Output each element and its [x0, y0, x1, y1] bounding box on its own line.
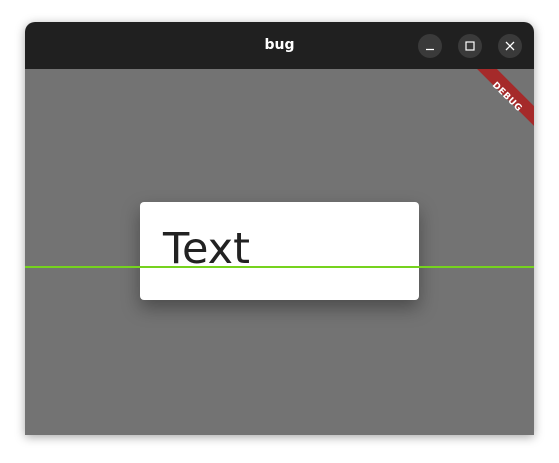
app-content: Text DEBUG: [25, 69, 534, 435]
minimize-icon: [426, 48, 434, 51]
minimize-button[interactable]: [418, 34, 442, 58]
title-bar[interactable]: bug: [25, 22, 534, 69]
text-card: Text: [140, 202, 419, 300]
close-button[interactable]: [498, 34, 522, 58]
debug-banner-label: DEBUG: [489, 80, 524, 115]
baseline-guide: [25, 266, 534, 268]
maximize-icon: [465, 41, 475, 51]
app-window: bug Text DEBUG: [25, 22, 534, 435]
debug-banner: DEBUG: [467, 69, 534, 137]
maximize-button[interactable]: [458, 34, 482, 58]
close-icon: [505, 41, 515, 51]
